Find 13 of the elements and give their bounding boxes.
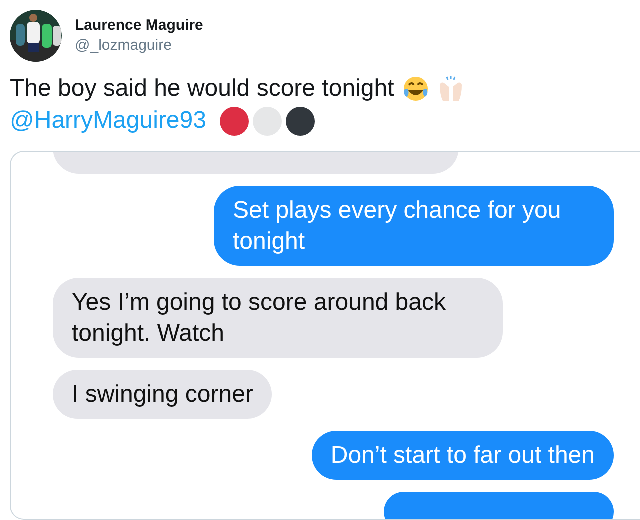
circle-emoji-icon bbox=[286, 106, 316, 136]
raised-hands-icon bbox=[438, 75, 464, 103]
laughing-emoji-icon bbox=[402, 75, 430, 103]
attached-image[interactable]: Set plays every chance for you tonight Yes I’m going to score around back tonight. Watch I swinging corner Don’t start to far out then bbox=[10, 151, 640, 520]
author-handle[interactable]: @_lozmaguire bbox=[75, 36, 204, 56]
message-bubble: Set plays every chance for you tonight bbox=[214, 186, 614, 266]
message-bubble: I swinging corner bbox=[53, 370, 272, 419]
circle-emoji-icon bbox=[253, 106, 282, 136]
author-name[interactable]: Laurence Maguire bbox=[75, 16, 204, 36]
message-bubble: Don’t start to far out then bbox=[312, 431, 614, 480]
message-bubble: Yes I’m going to score around back tonight. Watch bbox=[53, 278, 503, 358]
circle-emoji-icon bbox=[220, 106, 250, 136]
tweet-text: The boy said he would score tonight bbox=[10, 74, 394, 104]
